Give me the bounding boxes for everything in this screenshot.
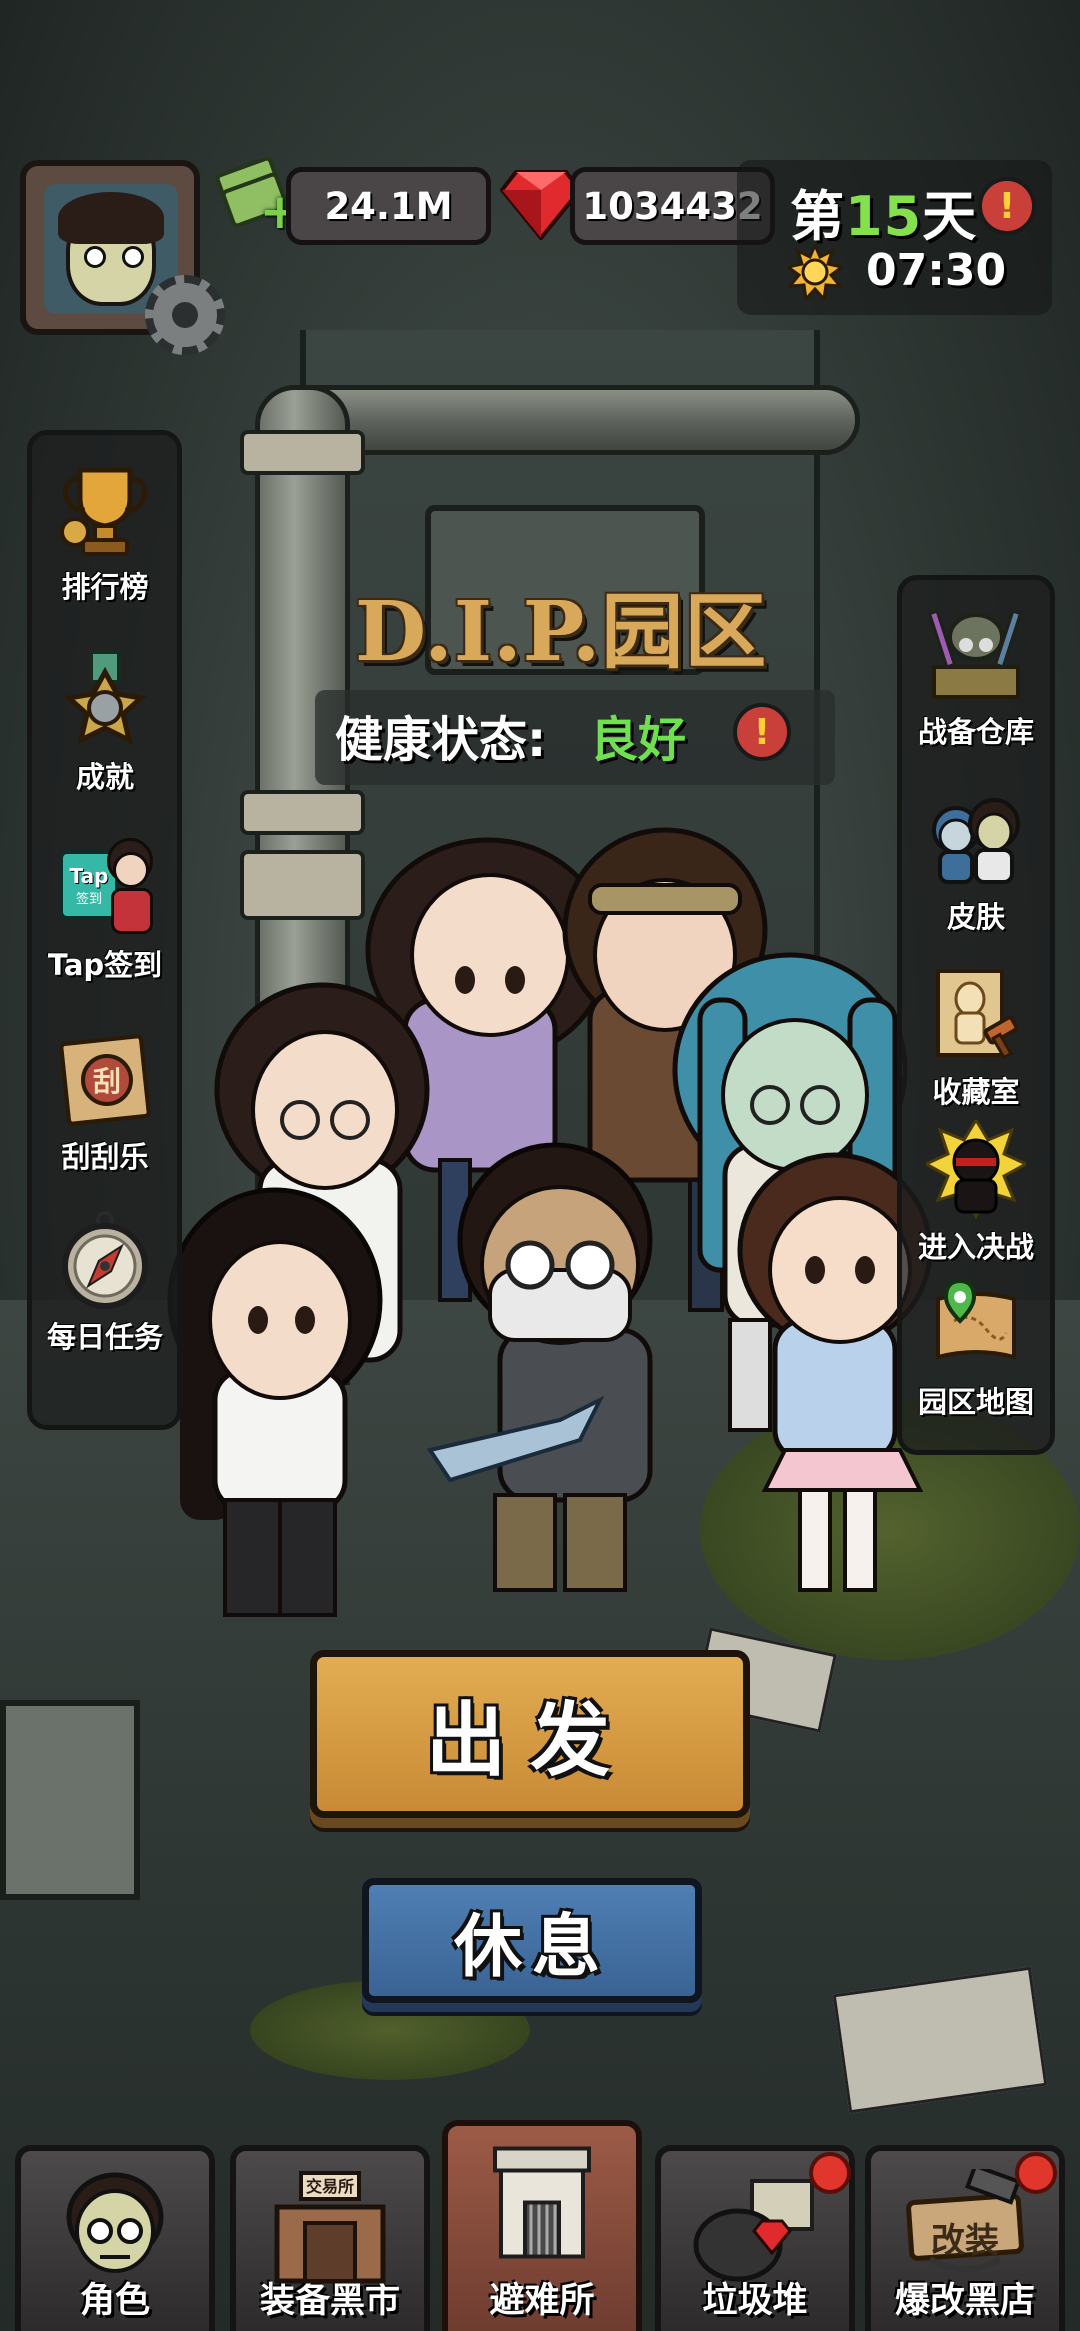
sun-icon <box>788 245 843 300</box>
collection-icon <box>936 969 1019 1060</box>
market-sign: 交易所 <box>305 2177 354 2196</box>
menu-achievements-label: 成就 <box>75 760 134 794</box>
scratch-glyph: 刮 <box>92 1065 121 1098</box>
menu-skins[interactable]: 皮肤 <box>891 790 1061 936</box>
menu-tap-checkin[interactable]: Tap 签到 Tap签到 <box>20 838 190 984</box>
trophy-icon <box>60 467 147 556</box>
area-title: D.I.P.园区 <box>355 584 768 680</box>
mod-shop-sign: 改装 <box>931 2221 999 2261</box>
menu-skins-label: 皮肤 <box>946 900 1005 934</box>
menu-collection[interactable]: 收藏室 <box>891 965 1061 1111</box>
money-counter: 24.1M <box>286 167 491 245</box>
map-icon <box>936 1278 1016 1360</box>
junk-pile-icon <box>693 2179 814 2282</box>
menu-scratch-card-label: 刮刮乐 <box>61 1140 149 1174</box>
menu-scratch-card[interactable]: 刮 刮刮乐 <box>20 1030 190 1176</box>
tap-badge-text: Tap <box>69 863 109 888</box>
medal-icon <box>63 650 147 745</box>
day-counter: 第15天 <box>790 185 978 248</box>
menu-armory[interactable]: 战备仓库 <box>891 605 1061 751</box>
armory-icon <box>927 609 1023 699</box>
character-masked-guy <box>426 1142 653 1592</box>
clock-time: 07:30 <box>866 245 1007 296</box>
final-battle-icon <box>926 1120 1026 1220</box>
bottom-navigation: 角色 交易所 装备黑市 避难所 垃圾堆 改装 爆改黑店 <box>0 2120 1080 2331</box>
menu-park-map[interactable]: 园区地图 <box>891 1275 1061 1421</box>
shelter-icon <box>493 2146 591 2259</box>
menu-park-map-label: 园区地图 <box>917 1385 1034 1419</box>
nav-tab-shelter[interactable]: 避难所 <box>442 2120 642 2331</box>
mod-shop-notification-dot <box>1015 2152 1057 2194</box>
menu-final-battle[interactable]: 进入决战 <box>891 1120 1061 1266</box>
tap-badge-subtext: 签到 <box>75 891 102 907</box>
rest-button[interactable]: 休息 <box>362 1878 702 2003</box>
menu-armory-label: 战备仓库 <box>917 715 1034 749</box>
settings-gear-icon[interactable] <box>145 275 225 355</box>
scratch-card-icon: 刮 <box>55 1030 155 1130</box>
character-icon <box>66 2172 164 2273</box>
skin-icon <box>932 798 1020 884</box>
compass-icon <box>62 1211 148 1309</box>
health-alert-icon[interactable]: ! <box>733 703 791 761</box>
nav-tab-character[interactable]: 角色 <box>15 2145 215 2331</box>
health-status-value: 良好 <box>590 712 687 768</box>
tap-checkin-icon: Tap 签到 <box>55 838 155 938</box>
nav-tab-shelter-label: 避难所 <box>489 2281 595 2321</box>
health-status-label: 健康状态: <box>335 712 547 768</box>
menu-daily-tasks-label: 每日任务 <box>46 1320 163 1354</box>
menu-tap-checkin-label: Tap签到 <box>47 948 163 982</box>
junk-pile-notification-dot <box>809 2152 851 2194</box>
menu-collection-label: 收藏室 <box>932 1075 1020 1109</box>
day-alert-icon[interactable]: ! <box>978 177 1036 235</box>
menu-achievements[interactable]: 成就 <box>20 650 190 796</box>
menu-final-battle-label: 进入决战 <box>917 1230 1034 1264</box>
character-longhair-girl <box>167 1187 383 1617</box>
menu-leaderboard[interactable]: 排行榜 <box>20 460 190 606</box>
nav-tab-black-market[interactable]: 交易所 装备黑市 <box>230 2145 430 2331</box>
menu-daily-tasks[interactable]: 每日任务 <box>20 1210 190 1356</box>
menu-leaderboard-label: 排行榜 <box>61 570 149 604</box>
depart-button[interactable]: 出发 <box>310 1650 750 1818</box>
